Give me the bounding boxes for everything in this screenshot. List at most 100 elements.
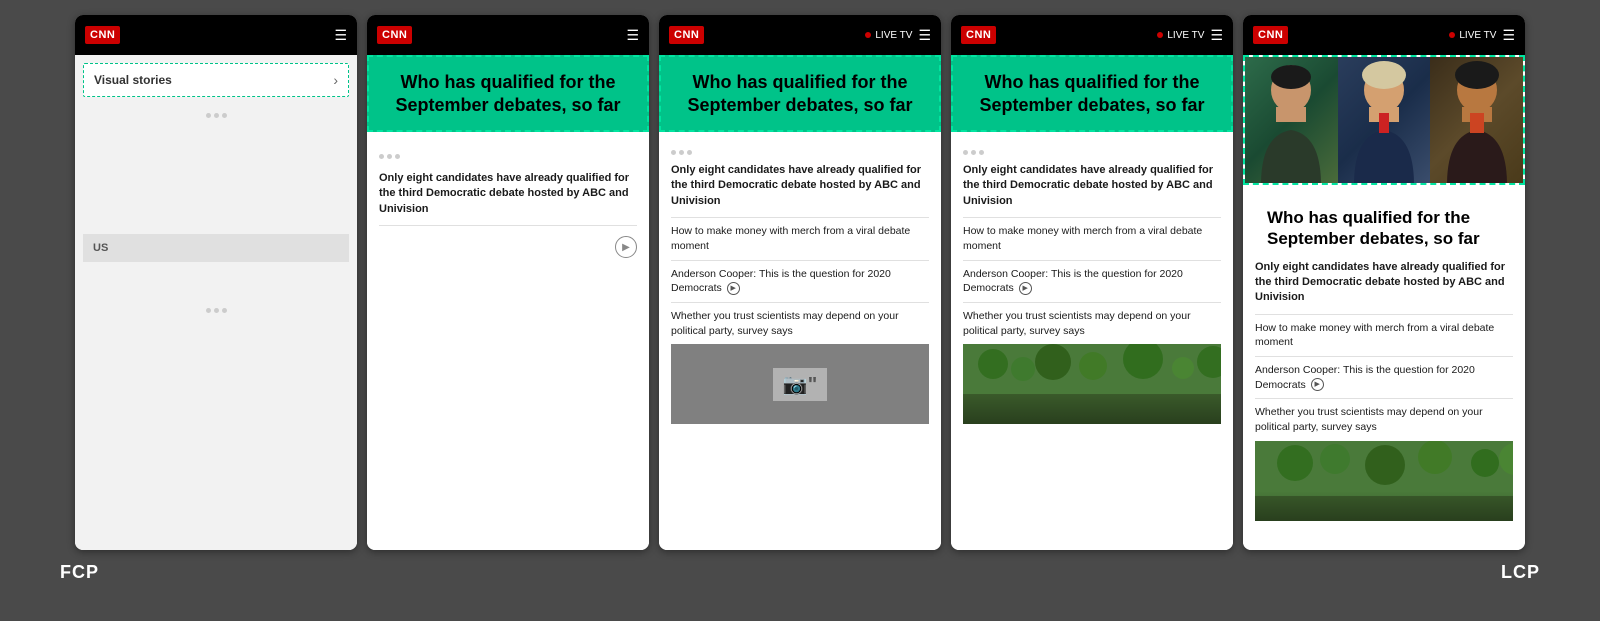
us-section: US	[83, 234, 349, 262]
header-right-4: LIVE TV ☰	[1157, 27, 1223, 44]
article-link-3-1[interactable]: Anderson Cooper: This is the question fo…	[671, 267, 929, 296]
video-text-3: 📷"	[773, 368, 827, 401]
hamburger-icon-1[interactable]: ☰	[334, 27, 347, 44]
video-placeholder-3: 📷"	[671, 344, 929, 424]
dot-1	[206, 113, 211, 118]
dot-3	[222, 113, 227, 118]
play-icon-5: ▶	[1311, 378, 1324, 391]
phone-frame-5: CNN LIVE TV ☰	[1243, 15, 1525, 550]
live-tv-badge-4: LIVE TV	[1157, 30, 1204, 41]
article-link-3-2[interactable]: Whether you trust scientists may depend …	[671, 309, 929, 338]
phone3-content: Who has qualified for the September deba…	[659, 55, 941, 550]
divider-2	[379, 225, 637, 226]
article-link-4-0[interactable]: How to make money with merch from a vira…	[963, 224, 1221, 253]
play-icon-4: ▶	[1019, 282, 1032, 295]
candidate-3	[1430, 57, 1523, 183]
candidate-2	[1338, 57, 1431, 183]
bottom-labels: FCP LCP	[0, 554, 1600, 591]
live-tv-badge-5: LIVE TV	[1449, 30, 1496, 41]
divider-3a	[671, 217, 929, 218]
hamburger-icon-5[interactable]: ☰	[1502, 27, 1515, 44]
cnn-logo-5: CNN	[1253, 26, 1288, 44]
dot-c1	[963, 150, 968, 155]
phone4-content: Who has qualified for the September deba…	[951, 55, 1233, 550]
loading-dots-2	[75, 300, 357, 321]
dot-a1	[379, 154, 384, 159]
article-subtext-5: Only eight candidates have already quali…	[1255, 260, 1513, 306]
fcp-label: FCP	[60, 562, 99, 583]
article-link-5-2[interactable]: Whether you trust scientists may depend …	[1255, 405, 1513, 434]
phone5-content: Who has qualified for the September deba…	[1243, 55, 1525, 550]
dot-2	[214, 113, 219, 118]
play-button-2[interactable]: ▶	[615, 236, 637, 258]
dot-c3	[979, 150, 984, 155]
outdoor-image-4	[963, 344, 1221, 424]
article-headline-2: Who has qualified for the September deba…	[367, 55, 649, 132]
divider-5c	[1255, 398, 1513, 399]
divider-4a	[963, 217, 1221, 218]
cnn-logo-2: CNN	[377, 26, 412, 44]
candidates-image-5	[1243, 55, 1525, 185]
article-link-5-1[interactable]: Anderson Cooper: This is the question fo…	[1255, 363, 1513, 392]
live-dot-3	[865, 32, 871, 38]
cnn-header-5: CNN LIVE TV ☰	[1243, 15, 1525, 55]
visual-stories-label: Visual stories	[94, 73, 172, 87]
phone-frame-1: CNN ☰ Visual stories › US	[75, 15, 357, 550]
article-link-4-2[interactable]: Whether you trust scientists may depend …	[963, 309, 1221, 338]
dot-b3	[687, 150, 692, 155]
dot-4	[206, 308, 211, 313]
lcp-label: LCP	[1501, 562, 1540, 583]
divider-5b	[1255, 356, 1513, 357]
article-subtext-3: Only eight candidates have already quali…	[671, 163, 929, 209]
article-subtext-4: Only eight candidates have already quali…	[963, 163, 1221, 209]
cnn-logo-1: CNN	[85, 26, 120, 44]
outdoor-image-5	[1255, 441, 1513, 521]
cnn-header-3: CNN LIVE TV ☰	[659, 15, 941, 55]
live-tv-label-4: LIVE TV	[1167, 30, 1204, 41]
header-right-1: ☰	[334, 27, 347, 44]
header-right-3: LIVE TV ☰	[865, 27, 931, 44]
hamburger-icon-3[interactable]: ☰	[918, 27, 931, 44]
loading-dots-1	[75, 105, 357, 126]
dot-a3	[395, 154, 400, 159]
phone2-content: Who has qualified for the September deba…	[367, 55, 649, 550]
play-icon-3: ▶	[727, 282, 740, 295]
live-tv-label-5: LIVE TV	[1459, 30, 1496, 41]
divider-3b	[671, 260, 929, 261]
article-headline-3: Who has qualified for the September deba…	[659, 55, 941, 132]
hamburger-icon-4[interactable]: ☰	[1210, 27, 1223, 44]
chevron-right-icon: ›	[333, 72, 338, 88]
cnn-header-2: CNN ☰	[367, 15, 649, 55]
cnn-logo-3: CNN	[669, 26, 704, 44]
live-tv-label-3: LIVE TV	[875, 30, 912, 41]
article-link-5-0[interactable]: How to make money with merch from a vira…	[1255, 321, 1513, 350]
article-link-4-1[interactable]: Anderson Cooper: This is the question fo…	[963, 267, 1221, 296]
live-dot-4	[1157, 32, 1163, 38]
dot-b1	[671, 150, 676, 155]
divider-4c	[963, 302, 1221, 303]
phone-frame-3: CNN LIVE TV ☰ Who has qualified for the …	[659, 15, 941, 550]
article-link-3-0[interactable]: How to make money with merch from a vira…	[671, 224, 929, 253]
divider-4b	[963, 260, 1221, 261]
divider-5a	[1255, 314, 1513, 315]
article-content-3: Only eight candidates have already quali…	[659, 132, 941, 550]
article-subtext-2: Only eight candidates have already quali…	[379, 171, 637, 217]
dot-6	[222, 308, 227, 313]
hamburger-icon-2[interactable]: ☰	[626, 27, 639, 44]
dot-5	[214, 308, 219, 313]
phone1-content: Visual stories › US	[75, 55, 357, 550]
live-dot-5	[1449, 32, 1455, 38]
article-content-2: Only eight candidates have already quali…	[367, 132, 649, 550]
dot-c2	[971, 150, 976, 155]
dot-b2	[679, 150, 684, 155]
candidate-1	[1245, 57, 1338, 183]
article-headline-4: Who has qualified for the September deba…	[951, 55, 1233, 132]
visual-stories-bar[interactable]: Visual stories ›	[83, 63, 349, 97]
article-headline-5: Who has qualified for the September deba…	[1255, 195, 1513, 260]
divider-3c	[671, 302, 929, 303]
dot-a2	[387, 154, 392, 159]
cnn-header-1: CNN ☰	[75, 15, 357, 55]
live-tv-badge-3: LIVE TV	[865, 30, 912, 41]
article-content-5: Who has qualified for the September deba…	[1243, 185, 1525, 550]
cnn-logo-4: CNN	[961, 26, 996, 44]
